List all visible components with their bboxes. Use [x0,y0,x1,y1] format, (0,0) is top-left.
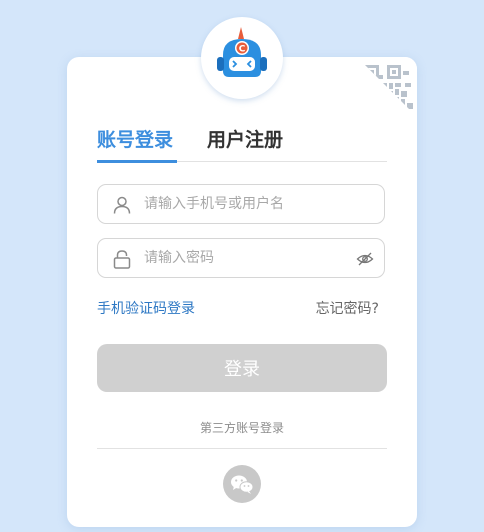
user-icon [113,196,131,214]
sms-login-link[interactable]: 手机验证码登录 [97,298,195,318]
wechat-icon [231,475,254,494]
qr-login-toggle[interactable] [357,57,417,117]
login-card: 账号登录 用户注册 手机验证码登录 忘记密码? 登录 第三方账号登录 [67,57,417,527]
lock-icon [113,250,131,269]
eye-hidden-icon[interactable] [356,250,374,268]
qr-code-icon [357,57,417,117]
third-party-label: 第三方账号登录 [199,421,284,435]
tab-user-register[interactable]: 用户注册 [207,123,283,157]
robot-mascot-icon: C [217,27,267,77]
username-input[interactable] [144,185,344,223]
password-field [97,238,385,278]
svg-text:C: C [239,45,246,55]
wechat-login-button[interactable] [223,465,261,503]
forgot-password-link[interactable]: 忘记密码? [316,298,379,318]
login-button[interactable]: 登录 [97,344,387,392]
username-field [97,184,385,224]
password-input[interactable] [144,239,344,277]
tab-account-login[interactable]: 账号登录 [97,123,177,163]
divider [97,448,387,449]
brand-logo: C [201,17,283,99]
login-tabs: 账号登录 用户注册 [97,119,387,163]
